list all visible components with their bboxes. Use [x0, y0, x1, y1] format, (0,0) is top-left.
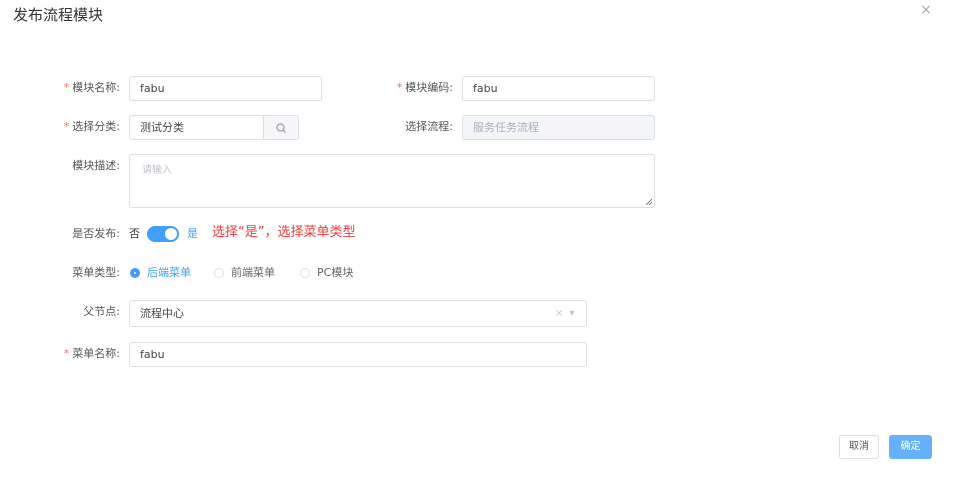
module-name-label: * 模块名称:: [63, 81, 120, 94]
clear-icon[interactable]: ×: [555, 301, 563, 326]
publish-hint-text: 选择“是”，选择菜单类型: [212, 225, 356, 240]
close-icon[interactable]: ×: [918, 2, 934, 18]
search-icon: [276, 123, 286, 133]
required-mark: *: [63, 81, 70, 94]
menu-name-label: * 菜单名称:: [63, 347, 120, 360]
switch-knob: [165, 228, 177, 240]
switch-on-label: 是: [187, 227, 198, 240]
radio-dot: [130, 268, 140, 278]
module-name-input[interactable]: fabu: [129, 76, 322, 101]
radio-dot: [300, 268, 310, 278]
select-actions: × ▾: [555, 301, 574, 326]
chevron-down-icon[interactable]: ▾: [569, 301, 574, 326]
category-label: * 选择分类:: [63, 120, 120, 133]
publish-switch[interactable]: [147, 226, 179, 242]
description-placeholder: 请输入: [142, 165, 172, 176]
required-mark: *: [396, 81, 403, 94]
radio-pc-module[interactable]: PC模块: [300, 261, 353, 285]
radio-frontend-menu[interactable]: 前端菜单: [214, 261, 275, 285]
switch-off-label: 否: [129, 227, 140, 240]
required-mark: *: [63, 347, 70, 360]
description-label: 模块描述:: [72, 159, 120, 172]
process-label: 选择流程:: [405, 120, 453, 133]
description-textarea[interactable]: 请输入: [129, 154, 655, 208]
radio-backend-menu[interactable]: 后端菜单: [130, 261, 191, 285]
resize-handle-icon[interactable]: [646, 199, 652, 205]
radio-dot: [214, 268, 224, 278]
publish-label: 是否发布:: [72, 227, 120, 240]
dialog-title: 发布流程模块: [13, 6, 104, 24]
category-input[interactable]: 测试分类: [129, 115, 264, 140]
module-code-label: * 模块编码:: [396, 81, 453, 94]
menu-name-input[interactable]: fabu: [129, 342, 587, 367]
required-mark: *: [63, 120, 70, 133]
menu-type-label: 菜单类型:: [72, 266, 120, 279]
parent-node-select[interactable]: 流程中心: [129, 300, 587, 327]
cancel-button[interactable]: 取消: [839, 435, 879, 459]
process-input: 服务任务流程: [462, 115, 655, 140]
category-search-button[interactable]: [264, 115, 299, 140]
publish-module-dialog: 发布流程模块 × * 模块名称: fabu * 模块编码: fabu * 选择分类: …: [0, 0, 953, 481]
ok-button[interactable]: 确定: [889, 435, 932, 459]
module-code-input[interactable]: fabu: [462, 76, 655, 101]
parent-node-label: 父节点:: [83, 305, 120, 318]
